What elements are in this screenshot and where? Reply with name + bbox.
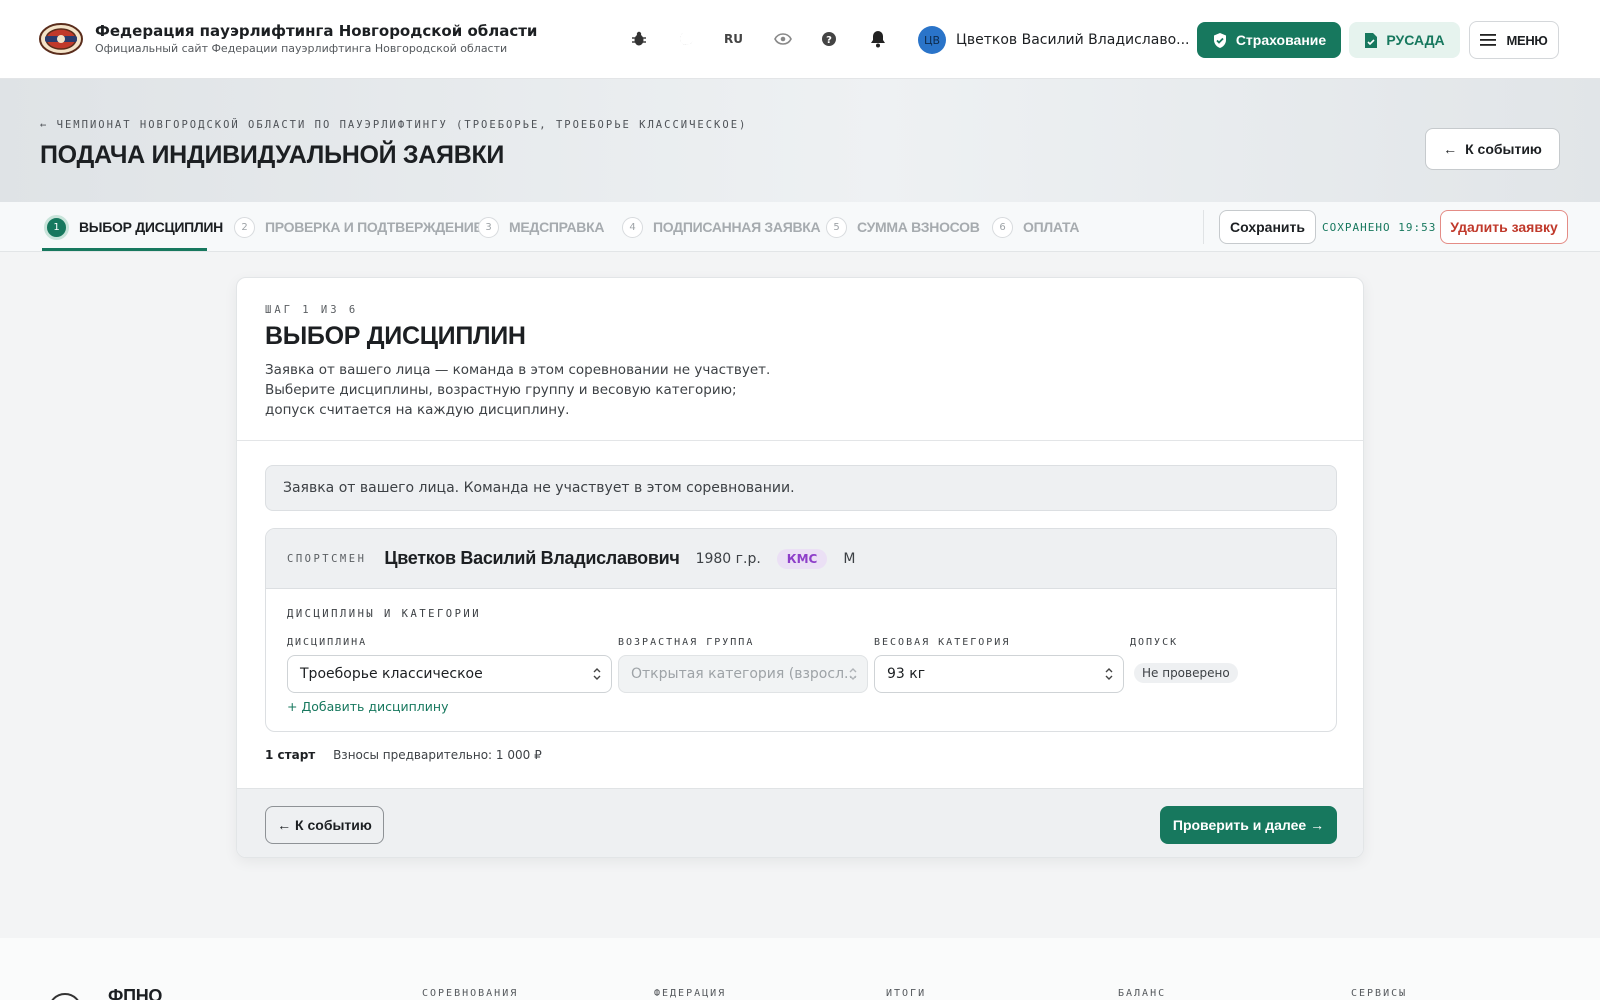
step-number: 6 [992, 216, 1013, 238]
step-label: ПОДПИСАННАЯ ЗАЯВКА [653, 219, 821, 235]
athlete-block: СПОРТСМЕН Цветков Василий Владиславович … [265, 528, 1337, 732]
athlete-label: СПОРТСМЕН [287, 552, 367, 565]
admission-status-badge: Не проверено [1134, 663, 1238, 683]
application-card: ШАГ 1 ИЗ 6 ВЫБОР ДИСЦИПЛИН Заявка от ваш… [236, 277, 1364, 858]
fees-preliminary: Взносы предварительно: 1 000 ₽ [333, 748, 542, 762]
footer-brand[interactable]: ФПНО [108, 986, 162, 1000]
org-name[interactable]: Федерация пауэрлифтинга Новгородской обл… [95, 22, 537, 40]
card-description: Заявка от вашего лица — команда в этом с… [265, 362, 771, 418]
athlete-birth-year: 1980 г.р. [695, 550, 761, 567]
step-verify[interactable]: 2 ПРОВЕРКА И ПОДТВЕРЖДЕНИЕ [234, 202, 483, 252]
step-label: СУММА ВЗНОСОВ [857, 219, 980, 235]
insurance-button[interactable]: Страхование [1197, 22, 1341, 58]
weight-value: 93 кг [887, 666, 926, 682]
discipline-column-label: ДИСЦИПЛИНА [287, 637, 368, 648]
step-number: 1 [44, 214, 69, 240]
step-label: ВЫБОР ДИСЦИПЛИН [79, 219, 223, 235]
step-label: ОПЛАТА [1023, 219, 1080, 235]
moon-icon[interactable] [675, 28, 697, 50]
svg-text:?: ? [826, 35, 832, 46]
footer-col-balance: БАЛАНС [1118, 988, 1167, 999]
step-number: 2 [234, 216, 255, 238]
back-to-event-label: К событию [1465, 141, 1542, 157]
athlete-header: СПОРТСМЕН Цветков Василий Владиславович … [266, 529, 1336, 589]
document-icon [1365, 32, 1378, 48]
step-disciplines[interactable]: 1 ВЫБОР ДИСЦИПЛИН [44, 202, 223, 252]
athlete-sex: М [843, 550, 856, 567]
insurance-label: Страхование [1235, 32, 1327, 48]
menu-button[interactable]: МЕНЮ [1469, 21, 1559, 59]
step-payment[interactable]: 6 ОПЛАТА [992, 202, 1079, 252]
arrow-left-icon: ← [40, 119, 49, 131]
step-medical[interactable]: 3 МЕДСПРАВКА [478, 202, 604, 252]
card-title: ВЫБОР ДИСЦИПЛИН [265, 322, 526, 350]
bug-icon[interactable] [628, 28, 650, 50]
page-title: ПОДАЧА ИНДИВИДУАЛЬНОЙ ЗАЯВКИ [40, 141, 505, 169]
back-to-event-button[interactable]: ← К событию [1425, 128, 1560, 170]
eye-icon[interactable] [772, 28, 794, 50]
age-group-value: Открытая категория (взросл... [631, 666, 858, 682]
age-group-select[interactable]: Открытая категория (взросл... [618, 655, 868, 693]
add-discipline-link[interactable]: + Добавить дисциплину [287, 699, 448, 714]
select-arrows-icon [849, 668, 857, 680]
footer-col-federation: ФЕДЕРАЦИЯ [654, 988, 727, 999]
user-name: Цветков Василий Владиславо... [956, 32, 1190, 48]
check-and-next-button[interactable]: Проверить и далее → [1160, 806, 1337, 844]
steps-bar: 1 ВЫБОР ДИСЦИПЛИН 2 ПРОВЕРКА И ПОДТВЕРЖД… [0, 202, 1600, 252]
user-profile[interactable]: ЦВ Цветков Василий Владиславо... [918, 26, 1190, 54]
save-button[interactable]: Сохранить [1219, 210, 1316, 244]
weight-column-label: ВЕСОВАЯ КАТЕГОРИЯ [874, 637, 1011, 648]
rusada-button[interactable]: РУСАДА [1349, 22, 1460, 58]
starts-count: 1 старт [265, 748, 316, 762]
rank-badge: КМС [776, 548, 828, 569]
avatar: ЦВ [918, 26, 946, 54]
weight-category-select[interactable]: 93 кг [874, 655, 1124, 693]
page-hero: ← ЧЕМПИОНАТ НОВГОРОДСКОЙ ОБЛАСТИ ПО ПАУЭ… [0, 79, 1600, 202]
org-subtitle: Официальный сайт Федерации пауэрлифтинга… [95, 42, 508, 55]
site-footer: ФПНО СОРЕВНОВАНИЯ ФЕДЕРАЦИЯ ИТОГИ БАЛАНС… [0, 938, 1600, 1000]
arrow-left-icon: ← [1443, 141, 1458, 157]
bell-icon[interactable] [867, 28, 889, 50]
select-arrows-icon [593, 668, 601, 680]
step-label: ПРОВЕРКА И ПОДТВЕРЖДЕНИЕ [265, 219, 483, 235]
step-number: 5 [826, 216, 847, 238]
language-switch[interactable]: RU [724, 32, 743, 46]
divider [1203, 210, 1204, 244]
step-count: ШАГ 1 ИЗ 6 [265, 304, 359, 316]
back-to-event-button[interactable]: ← К событию [265, 806, 384, 844]
breadcrumb-event-link: ЧЕМПИОНАТ НОВГОРОДСКОЙ ОБЛАСТИ ПО ПАУЭРЛ… [56, 119, 748, 131]
delete-application-button[interactable]: Удалить заявку [1440, 210, 1568, 244]
fees-summary: 1 старт Взносы предварительно: 1 000 ₽ [265, 748, 542, 762]
top-header: Федерация пауэрлифтинга Новгородской обл… [0, 0, 1600, 79]
shield-icon [1213, 32, 1226, 48]
select-arrows-icon [1105, 668, 1113, 680]
team-notice: Заявка от вашего лица. Команда не участв… [265, 465, 1337, 511]
disciplines-title: ДИСЦИПЛИНЫ И КАТЕГОРИИ [287, 608, 482, 620]
menu-label: МЕНЮ [1506, 32, 1548, 48]
step-label: МЕДСПРАВКА [509, 219, 605, 235]
admission-column-label: ДОПУСК [1130, 637, 1179, 648]
help-icon[interactable]: ? [818, 28, 840, 50]
footer-col-results: ИТОГИ [886, 988, 927, 999]
card-footer: ← К событию Проверить и далее → [237, 788, 1363, 857]
step-number: 3 [478, 216, 499, 238]
saved-status: СОХРАНЕНО 19:53 [1322, 221, 1437, 234]
athlete-name: Цветков Василий Владиславович [384, 548, 680, 568]
footer-logo[interactable] [48, 993, 82, 1000]
rusada-label: РУСАДА [1386, 32, 1445, 48]
breadcrumb[interactable]: ← ЧЕМПИОНАТ НОВГОРОДСКОЙ ОБЛАСТИ ПО ПАУЭ… [40, 119, 747, 131]
active-step-indicator [42, 248, 207, 251]
divider [237, 440, 1363, 441]
footer-col-competitions: СОРЕВНОВАНИЯ [422, 988, 519, 999]
step-number: 4 [622, 216, 643, 238]
age-group-column-label: ВОЗРАСТНАЯ ГРУППА [618, 637, 755, 648]
hamburger-icon [1480, 34, 1497, 46]
step-fees[interactable]: 5 СУММА ВЗНОСОВ [826, 202, 980, 252]
discipline-value: Троеборье классическое [300, 666, 483, 682]
discipline-select[interactable]: Троеборье классическое [287, 655, 612, 693]
footer-col-services: СЕРВИСЫ [1351, 988, 1408, 999]
step-signed-application[interactable]: 4 ПОДПИСАННАЯ ЗАЯВКА [622, 202, 821, 252]
federation-logo[interactable] [38, 21, 84, 57]
